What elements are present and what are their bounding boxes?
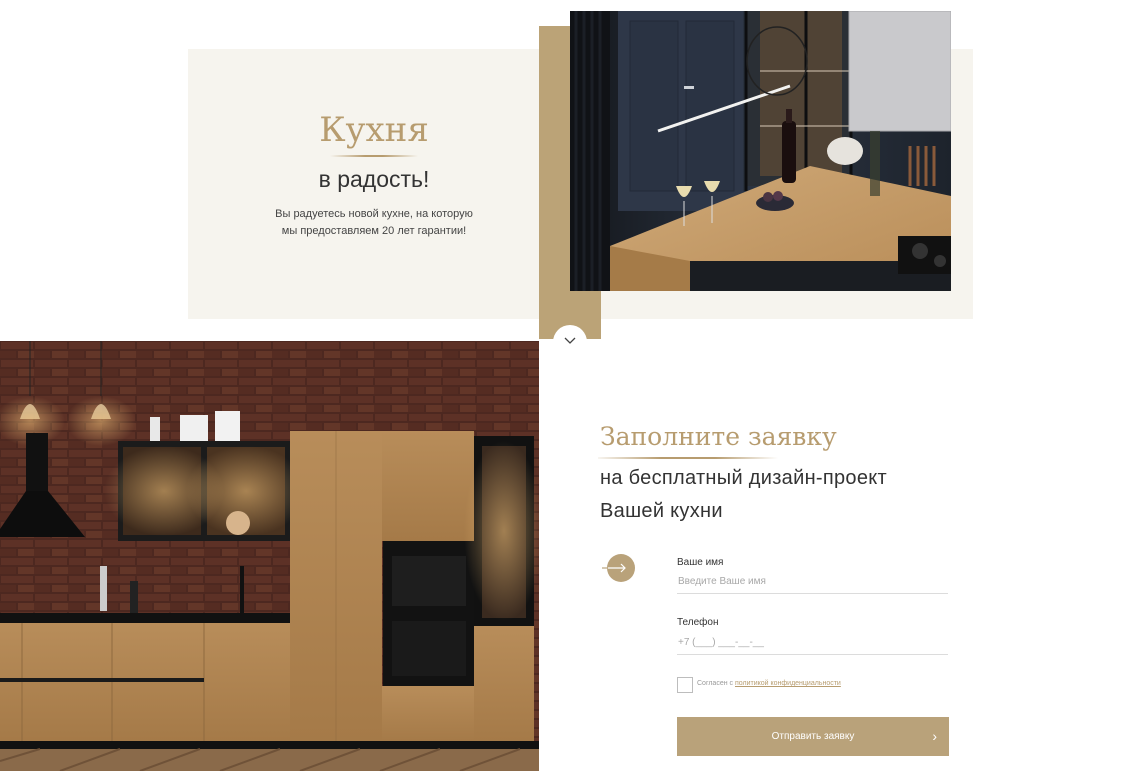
- name-input[interactable]: [677, 576, 948, 594]
- chevron-down-icon: [564, 337, 576, 344]
- hero-description-line: мы предоставляем 20 лет гарантии!: [281, 225, 467, 237]
- phone-input[interactable]: [677, 637, 948, 655]
- hero-description: Вы радуетесь новой кухне, на которую мы …: [250, 206, 498, 240]
- kitchen-photo-top: [570, 11, 951, 291]
- consent-text: Согласен с политикой конфиденциальности: [697, 680, 841, 687]
- phone-label: Телефон: [677, 617, 719, 628]
- kitchen-photo-bottom: [0, 341, 539, 771]
- consent-label: Согласен с: [697, 680, 735, 687]
- hero-description-line: Вы радуетесь новой кухне, на которую: [275, 208, 473, 220]
- form-subtitle: на бесплатный дизайн-проект Вашей кухни: [600, 462, 960, 528]
- hero-title: Кухня: [319, 110, 429, 150]
- form-subtitle-line: на бесплатный дизайн-проект: [600, 467, 888, 489]
- name-label: Ваше имя: [677, 557, 724, 568]
- kitchen-photo-top-illustration: [570, 11, 951, 291]
- hero-subtitle: в радость!: [318, 166, 430, 192]
- form-title: Заполните заявку: [600, 422, 837, 451]
- submit-button[interactable]: Отправить заявку ›: [677, 717, 949, 756]
- scroll-down-button[interactable]: [553, 325, 587, 353]
- name-field-group: Ваше имя: [677, 557, 948, 594]
- chevron-right-icon: ›: [932, 728, 937, 744]
- form-title-underline: [598, 457, 778, 459]
- hero-title-underline: [330, 155, 418, 157]
- consent-checkbox[interactable]: [677, 677, 693, 693]
- phone-field-group: Телефон: [677, 617, 948, 655]
- privacy-policy-link[interactable]: политикой конфиденциальности: [735, 680, 841, 687]
- arrow-right-icon: [602, 554, 635, 582]
- form-subtitle-line: Вашей кухни: [600, 500, 723, 522]
- kitchen-photo-bottom-illustration: [0, 341, 539, 771]
- submit-button-label: Отправить заявку: [771, 731, 855, 742]
